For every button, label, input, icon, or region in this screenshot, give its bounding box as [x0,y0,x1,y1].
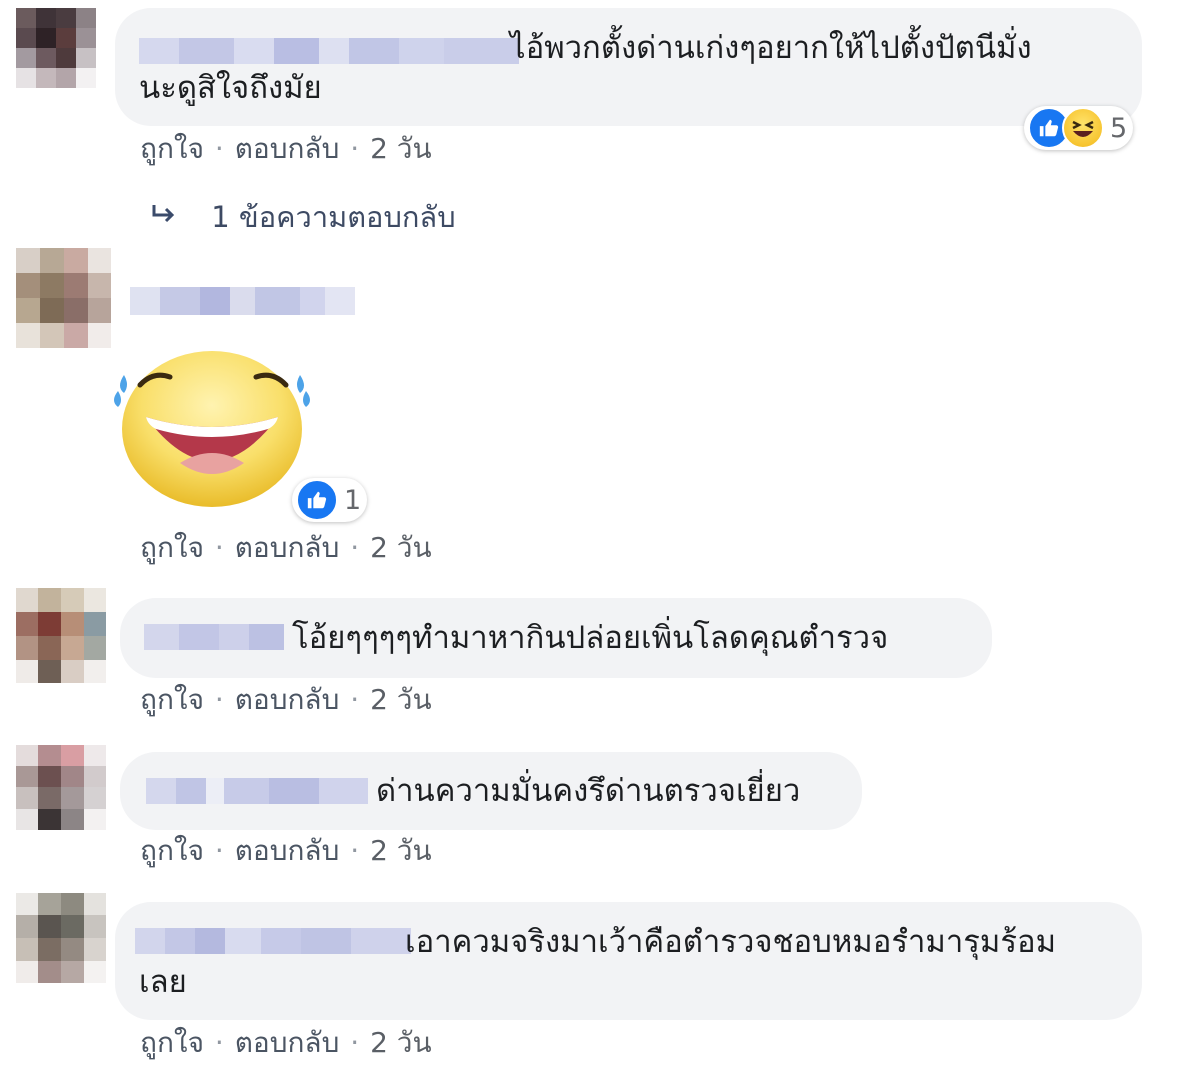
comment-actions: ถูกใจ · ตอบกลับ · 2 วัน [140,683,432,717]
separator: · [350,1026,360,1059]
timestamp[interactable]: 2 วัน [370,683,432,716]
separator: · [214,531,224,564]
timestamp[interactable]: 2 วัน [370,1026,432,1059]
commenter-name[interactable] [146,778,368,804]
comment-actions: ถูกใจ · ตอบกลับ · 2 วัน [140,1026,432,1060]
reply-link[interactable]: ตอบกลับ [235,834,340,867]
separator: · [350,132,360,165]
separator: · [214,132,224,165]
comment-text: ด่านความมั่นคงรึด่านตรวจเยี่ยว [376,773,801,809]
commenter-name[interactable] [130,287,355,315]
reply-link[interactable]: ตอบกลับ [235,683,340,716]
replies-count-label: 1 ข้อความตอบกลับ [211,200,456,234]
haha-icon [1062,107,1104,149]
avatar[interactable] [16,893,106,983]
comment-actions: ถูกใจ · ตอบกลับ · 2 วัน [140,531,432,565]
commenter-name[interactable] [144,624,284,650]
avatar[interactable] [16,248,111,348]
timestamp[interactable]: 2 วัน [370,531,432,564]
reaction-summary[interactable]: 5 [1024,106,1134,150]
separator: · [350,834,360,867]
commenter-name[interactable] [139,38,519,64]
comment-actions: ถูกใจ · ตอบกลับ · 2 วัน [140,132,432,166]
reply-link[interactable]: ตอบกลับ [235,132,340,165]
comment-text: ไอ้พวกตั้งด่านเก่งๆอยากให้ไปตั้งปัตนีมั่… [510,30,1032,66]
reply-link[interactable]: ตอบกลับ [235,1026,340,1059]
comment-bubble: โอ้ยๆๆๆๆทำมาหากินปล่อยเพิ่นโลดคุณตำรวจ [120,598,992,678]
like-link[interactable]: ถูกใจ [140,834,204,867]
reply-arrow-icon [150,198,202,238]
timestamp[interactable]: 2 วัน [370,132,432,165]
like-link[interactable]: ถูกใจ [140,132,204,165]
separator: · [214,1026,224,1059]
reaction-count: 1 [344,484,362,516]
comment-text: นะดูสิใจถึงมัย [139,70,322,106]
separator: · [214,834,224,867]
like-link[interactable]: ถูกใจ [140,1026,204,1059]
separator: · [350,531,360,564]
comment-actions: ถูกใจ · ตอบกลับ · 2 วัน [140,834,432,868]
like-link[interactable]: ถูกใจ [140,683,204,716]
separator: · [350,683,360,716]
laughing-face-sticker[interactable] [108,345,318,510]
view-replies-link[interactable]: 1 ข้อความตอบกลับ [150,197,456,238]
comment-bubble: ด่านความมั่นคงรึด่านตรวจเยี่ยว [120,752,862,830]
reaction-summary[interactable]: 1 [292,478,368,522]
avatar[interactable] [16,8,96,88]
comment-bubble: เอาควมจริงมาเว้าคือตำรวจชอบหมอรำมารุมร้อ… [115,902,1142,1020]
reaction-count: 5 [1110,112,1128,144]
comment-bubble: ไอ้พวกตั้งด่านเก่งๆอยากให้ไปตั้งปัตนีมั่… [115,8,1142,126]
reply-link[interactable]: ตอบกลับ [235,531,340,564]
timestamp[interactable]: 2 วัน [370,834,432,867]
comment-text: เลย [139,964,187,1000]
comment-text: เอาควมจริงมาเว้าคือตำรวจชอบหมอรำมารุมร้อ… [405,924,1057,960]
separator: · [214,683,224,716]
commenter-name[interactable] [135,928,411,954]
avatar[interactable] [16,588,106,683]
like-link[interactable]: ถูกใจ [140,531,204,564]
comment-text: โอ้ยๆๆๆๆทำมาหากินปล่อยเพิ่นโลดคุณตำรวจ [292,620,889,656]
avatar[interactable] [16,745,106,830]
like-icon [296,479,338,521]
